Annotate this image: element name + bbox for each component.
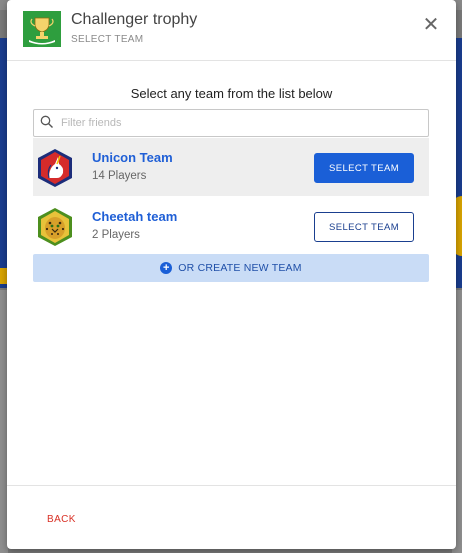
modal-footer: BACK: [7, 485, 456, 549]
select-team-button[interactable]: SELECT TEAM: [314, 212, 414, 242]
create-new-team-button[interactable]: + OR CREATE NEW TEAM: [33, 254, 429, 282]
select-team-button[interactable]: SELECT TEAM: [314, 153, 414, 183]
close-icon[interactable]: ✕: [422, 15, 440, 35]
team-name: Unicon Team: [92, 150, 173, 165]
search-icon: [40, 115, 54, 129]
select-team-modal: Challenger trophy SELECT TEAM ✕ Select a…: [7, 0, 456, 549]
team-row-cheetah[interactable]: Cheetah team 2 Players SELECT TEAM: [33, 197, 429, 255]
search-input[interactable]: [61, 114, 416, 132]
modal-subtitle: SELECT TEAM: [71, 34, 144, 45]
modal-header: Challenger trophy SELECT TEAM ✕: [7, 0, 456, 61]
cheetah-team-avatar-icon: [35, 207, 75, 247]
team-name: Cheetah team: [92, 209, 178, 224]
back-button[interactable]: BACK: [47, 514, 76, 525]
trophy-logo-icon: [23, 11, 61, 47]
team-player-count: 2 Players: [92, 229, 140, 241]
search-box: [33, 109, 429, 137]
team-row-unicon[interactable]: Unicon Team 14 Players SELECT TEAM: [33, 138, 429, 196]
modal-title: Challenger trophy: [71, 11, 198, 28]
create-team-label: OR CREATE NEW TEAM: [178, 262, 302, 274]
unicorn-team-avatar-icon: [35, 148, 75, 188]
plus-circle-icon: +: [160, 262, 173, 274]
instruction-text: Select any team from the list below: [130, 86, 333, 101]
team-player-count: 14 Players: [92, 170, 147, 182]
